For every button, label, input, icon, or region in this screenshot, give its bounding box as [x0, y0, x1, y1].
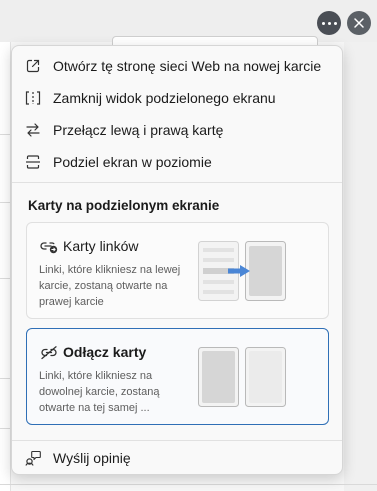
swap-arrows-icon: [26, 123, 40, 137]
left-pane-divider: [0, 202, 10, 203]
dot: [333, 21, 337, 25]
card-description: Linki, które klikniesz na lewej karcie, …: [39, 264, 181, 308]
unlink-tabs-illustration: [198, 347, 286, 407]
menu-item-swap-tabs[interactable]: Przełącz lewą i prawą kartę: [12, 114, 342, 146]
card-description: Linki, które klikniesz na dowolnej karci…: [39, 370, 160, 414]
close-split-button[interactable]: [347, 11, 371, 35]
split-screen-menu: Otwórz tę stronę sieci Web na nowej karc…: [11, 45, 343, 475]
open-in-new-tab-icon: [26, 59, 40, 73]
dot: [327, 21, 331, 25]
more-options-button[interactable]: [317, 11, 341, 35]
left-pane-divider: [0, 428, 10, 429]
card-title: Karty linków: [63, 238, 139, 254]
menu-item-send-feedback[interactable]: Wyślij opinię: [12, 442, 342, 474]
card-title: Odłącz karty: [63, 344, 147, 360]
close-split-screen-icon: [25, 91, 41, 105]
bottom-divider: [0, 484, 377, 485]
right-pane-edge: [344, 42, 377, 491]
split-horizontal-icon: [26, 155, 40, 169]
menu-item-label: Podziel ekran w poziomie: [53, 154, 212, 170]
menu-item-split-horizontal[interactable]: Podziel ekran w poziomie: [12, 146, 342, 178]
dot: [321, 21, 325, 25]
menu-item-label: Wyślij opinię: [53, 450, 131, 466]
close-icon: [354, 18, 364, 28]
menu-divider: [12, 440, 342, 441]
left-pane-edge: [0, 42, 11, 491]
feedback-icon: [25, 450, 41, 466]
unlink-tabs-card[interactable]: Odłącz karty Linki, które klikniesz na d…: [26, 328, 329, 425]
menu-item-label: Przełącz lewą i prawą kartę: [53, 122, 224, 138]
link-tabs-card[interactable]: Karty linków Linki, które klikniesz na l…: [26, 222, 329, 319]
left-pane-divider: [0, 134, 10, 135]
link-tabs-illustration: [198, 241, 286, 301]
menu-item-label: Zamknij widok podzielonego ekranu: [53, 90, 276, 106]
left-pane-divider: [0, 278, 10, 279]
link-tabs-icon: [40, 242, 58, 254]
menu-divider: [12, 182, 342, 183]
unlink-tabs-icon: [41, 346, 57, 360]
left-pane-divider: [0, 378, 10, 379]
menu-item-close-split[interactable]: Zamknij widok podzielonego ekranu: [12, 82, 342, 114]
menu-item-open-new-tab[interactable]: Otwórz tę stronę sieci Web na nowej karc…: [12, 50, 342, 82]
menu-item-label: Otwórz tę stronę sieci Web na nowej karc…: [53, 58, 322, 74]
section-title: Karty na podzielonym ekranie: [28, 198, 220, 213]
